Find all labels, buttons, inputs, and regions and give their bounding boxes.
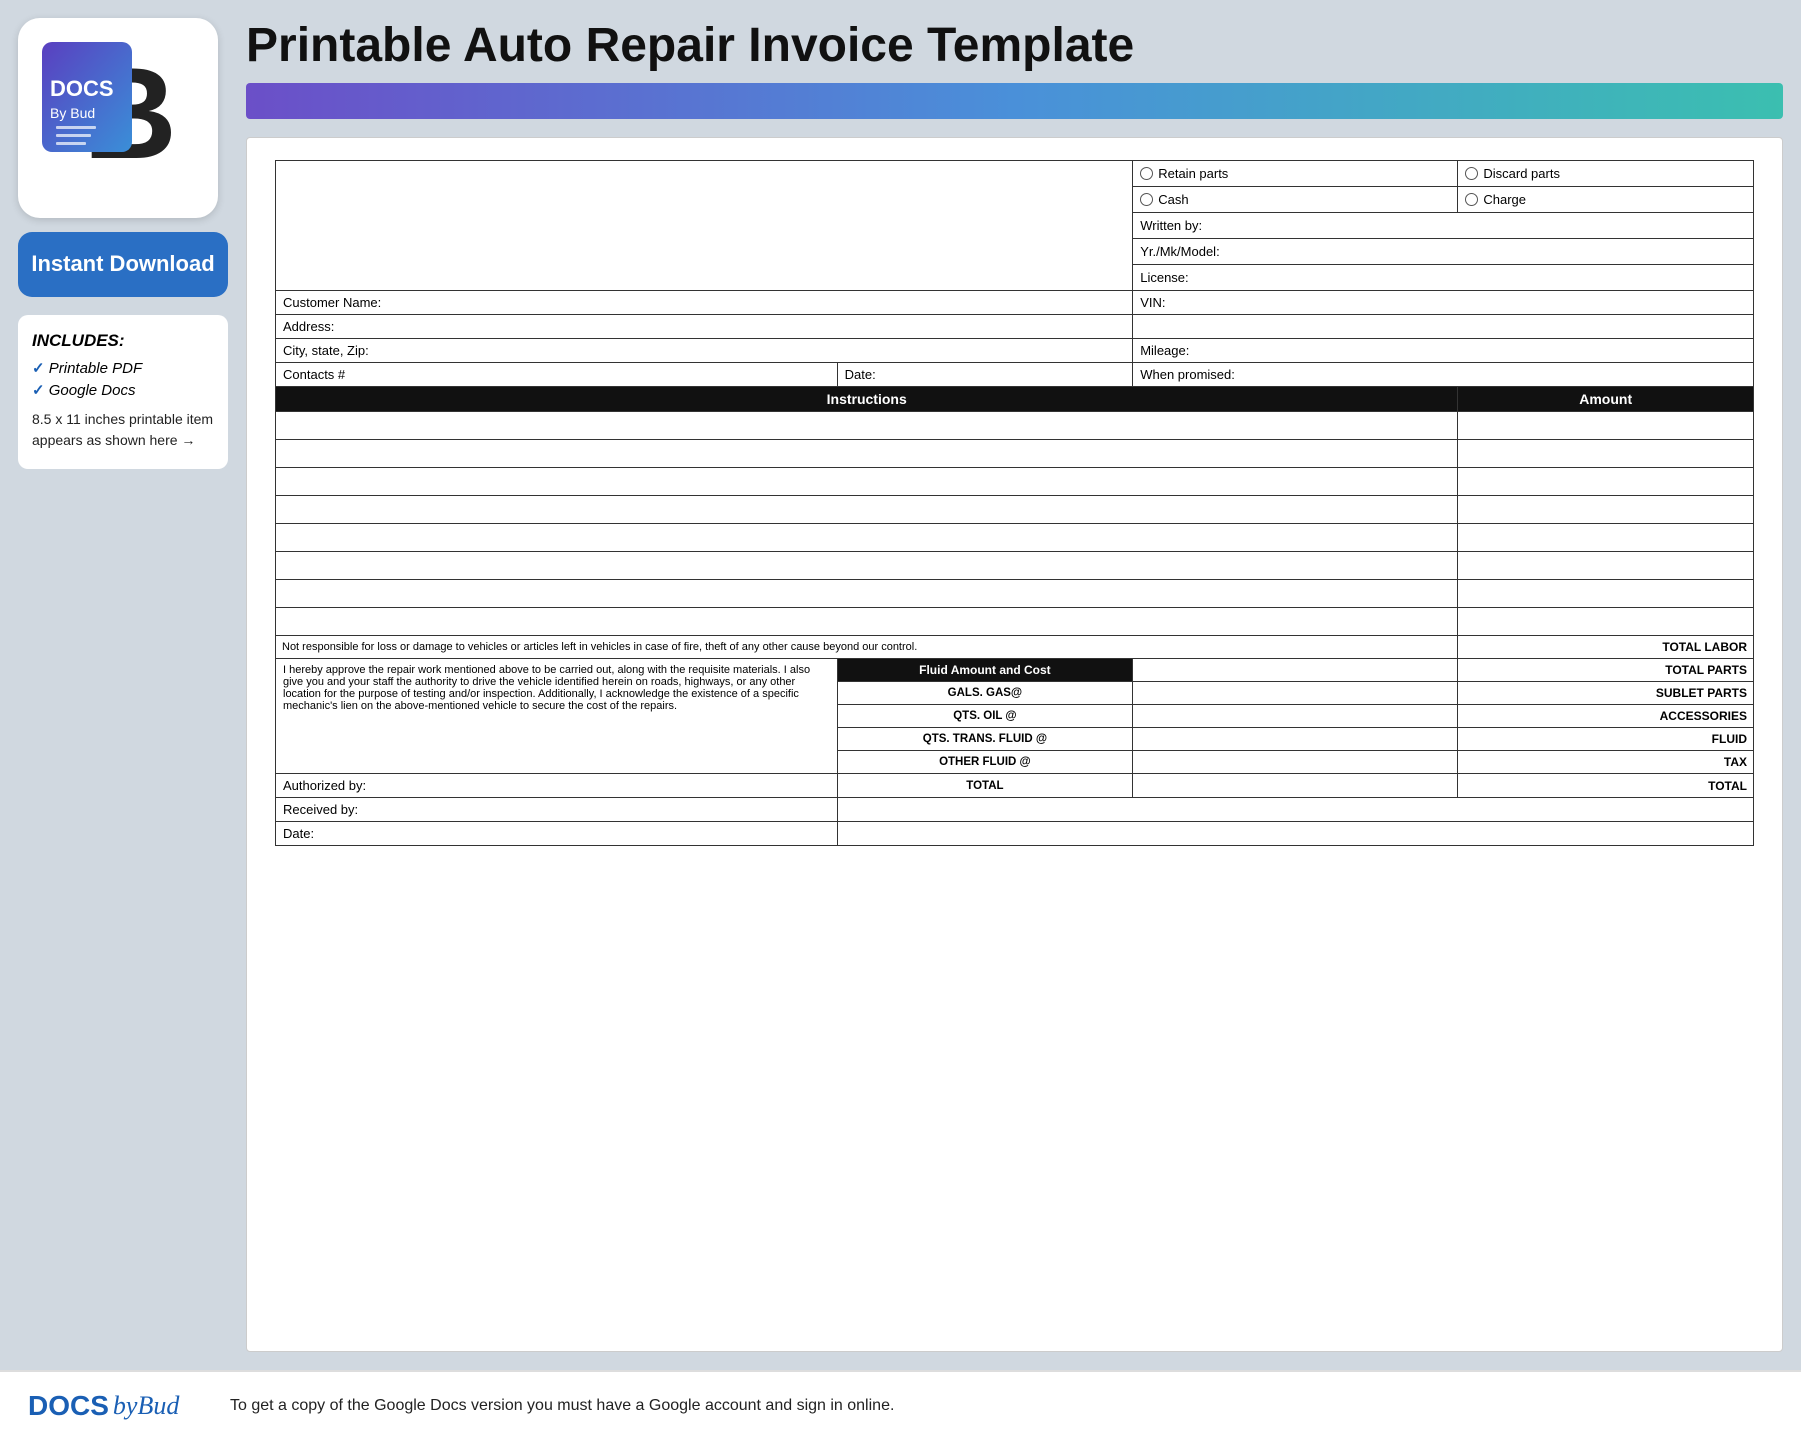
- disclaimer-row: Not responsible for loss or damage to ve…: [276, 636, 1754, 659]
- svg-text:DOCS: DOCS: [50, 76, 114, 101]
- received-by-row: Received by:: [276, 798, 1754, 822]
- top-row: Retain parts Discard parts: [276, 161, 1754, 187]
- sidebar: B DOCS By Bud: [18, 18, 228, 1352]
- instant-download-badge[interactable]: Instant Download: [18, 232, 228, 297]
- radio-circle-4: [1465, 193, 1478, 206]
- radio-cash: Cash: [1140, 192, 1450, 207]
- instruction-row-2: [276, 440, 1754, 468]
- check-icon: ✓: [32, 360, 45, 377]
- right-content: Printable Auto Repair Invoice Template R…: [246, 18, 1783, 1352]
- instruction-row-3: [276, 468, 1754, 496]
- includes-item-gdocs: ✓ Google Docs: [32, 381, 214, 399]
- instruction-row-6: [276, 552, 1754, 580]
- includes-title: INCLUDES:: [32, 331, 214, 351]
- footer-bybud-text: byBud: [113, 1391, 179, 1421]
- radio-circle-2: [1465, 167, 1478, 180]
- radio-circle-3: [1140, 193, 1153, 206]
- radio-retain-parts: Retain parts: [1140, 166, 1450, 181]
- svg-text:By Bud: By Bud: [50, 105, 95, 121]
- radio-circle: [1140, 167, 1153, 180]
- invoice-container: Retain parts Discard parts: [246, 137, 1783, 1352]
- radio-discard-parts: Discard parts: [1465, 166, 1746, 181]
- date-row: Date:: [276, 822, 1754, 846]
- instruction-row-8: [276, 608, 1754, 636]
- authorized-by-row: Authorized by: TOTAL TOTAL: [276, 774, 1754, 798]
- instruction-row-7: [276, 580, 1754, 608]
- footer: DOCS byBud To get a copy of the Google D…: [0, 1370, 1801, 1440]
- instruction-row-4: [276, 496, 1754, 524]
- footer-logo: DOCS byBud: [28, 1390, 208, 1422]
- auth-row: I hereby approve the repair work mention…: [276, 659, 1754, 682]
- brand-logo: B DOCS By Bud: [28, 28, 208, 208]
- city-state-row: City, state, Zip: Mileage:: [276, 339, 1754, 363]
- logo-box: B DOCS By Bud: [18, 18, 218, 218]
- invoice-table: Retain parts Discard parts: [275, 160, 1754, 846]
- includes-section: INCLUDES: ✓ Printable PDF ✓ Google Docs …: [18, 315, 228, 469]
- instructions-header-row: Instructions Amount: [276, 387, 1754, 412]
- description-text: 8.5 x 11 inches printable item appears a…: [32, 409, 214, 451]
- page-title: Printable Auto Repair Invoice Template: [246, 18, 1783, 73]
- address-row: Address:: [276, 315, 1754, 339]
- includes-item-pdf: ✓ Printable PDF: [32, 359, 214, 377]
- gradient-bar: [246, 83, 1783, 119]
- check-icon-2: ✓: [32, 382, 45, 399]
- radio-charge: Charge: [1465, 192, 1746, 207]
- instruction-row-5: [276, 524, 1754, 552]
- logo-inner: B DOCS By Bud: [28, 28, 208, 208]
- customer-name-row: Customer Name: VIN:: [276, 291, 1754, 315]
- footer-text: To get a copy of the Google Docs version…: [230, 1397, 1773, 1415]
- instruction-row-1: [276, 412, 1754, 440]
- contacts-row: Contacts # Date: When promised:: [276, 363, 1754, 387]
- footer-docs-text: DOCS: [28, 1390, 109, 1422]
